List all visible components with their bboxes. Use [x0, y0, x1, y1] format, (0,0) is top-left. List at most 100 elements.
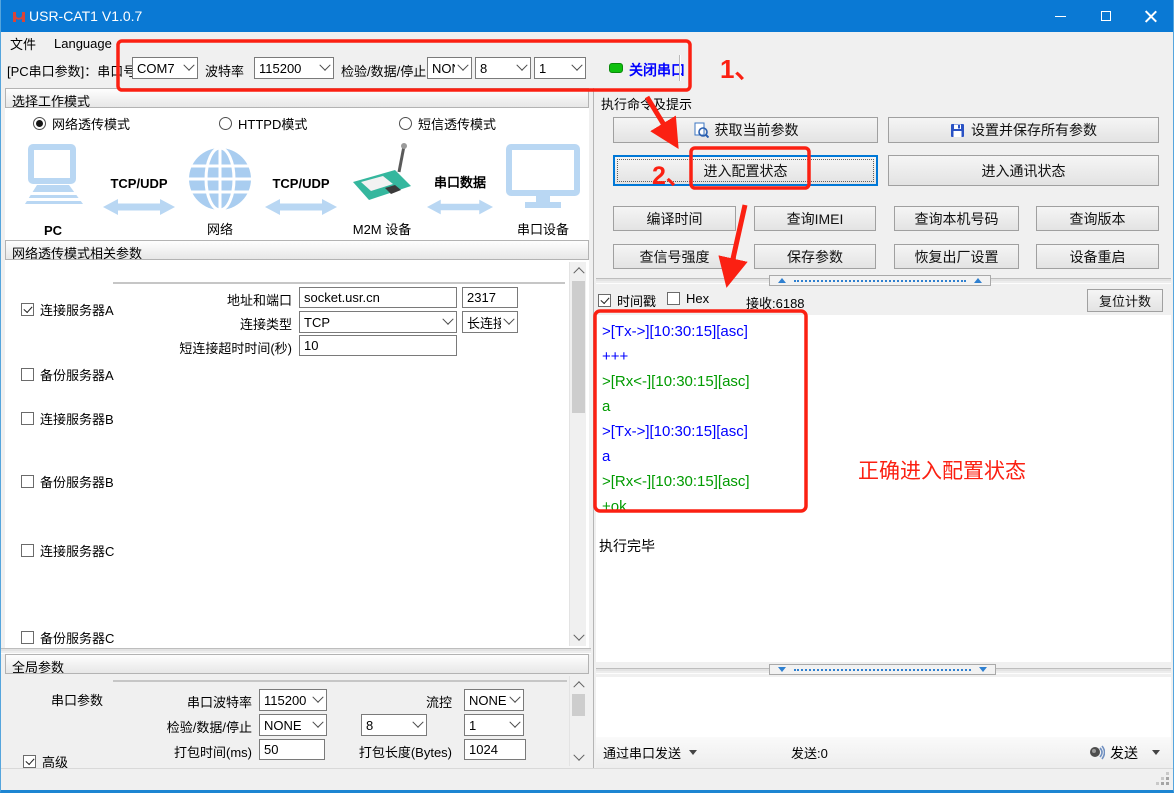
chevron-down-icon	[317, 58, 333, 78]
save-params-button[interactable]: 保存参数	[754, 244, 876, 269]
checkbox-hex[interactable]: Hex	[667, 291, 709, 306]
compile-time-button[interactable]: 编译时间	[613, 206, 736, 231]
server-port-input[interactable]: 2317	[462, 287, 518, 308]
radio-sms-mode[interactable]: 短信透传模式	[399, 114, 496, 133]
annotation-1-text: 1、	[720, 49, 760, 86]
scrollbar-thumb[interactable]	[572, 281, 585, 413]
log-line: >[Rx<-][10:30:15][asc]	[602, 369, 1171, 394]
log-line: +++	[602, 344, 1171, 369]
net-params-scrollbar[interactable]	[569, 262, 586, 646]
chevron-down-icon	[440, 312, 456, 332]
baud-select[interactable]: 115200	[254, 57, 334, 79]
minimize-button[interactable]	[1038, 0, 1083, 32]
close-button[interactable]	[1128, 0, 1173, 32]
chevron-down-icon	[181, 58, 197, 78]
splitter-handle-top[interactable]	[769, 275, 991, 286]
triangle-up-icon	[974, 278, 982, 283]
enter-comm-button[interactable]: 进入通讯状态	[888, 155, 1159, 186]
resize-grip[interactable]	[1166, 782, 1169, 785]
laptop-icon	[15, 144, 91, 218]
splitter-handle-bottom[interactable]	[769, 664, 996, 675]
query-version-button[interactable]: 查询版本	[1036, 206, 1159, 231]
done-status-text: 执行完毕	[599, 536, 655, 556]
triangle-down-icon	[778, 667, 786, 672]
checkbox-backup-c[interactable]: 备份服务器C	[21, 628, 114, 647]
diagram-label-network: 网络	[187, 219, 253, 238]
scroll-up-icon[interactable]	[570, 262, 587, 278]
checkbox-icon	[21, 475, 34, 488]
radio-net-transparent-mode[interactable]: 网络透传模式	[33, 114, 130, 133]
radio-icon	[33, 117, 46, 130]
parity-select[interactable]: NONI	[427, 57, 472, 79]
maximize-button[interactable]	[1083, 0, 1128, 32]
log-area[interactable]: >[Tx->][10:30:15][asc] +++ >[Rx<-][10:30…	[596, 315, 1171, 662]
query-signal-button[interactable]: 查信号强度	[613, 244, 736, 269]
com-port-select[interactable]: COM7	[132, 57, 198, 79]
toolbar-separator	[679, 55, 680, 81]
serial-stopbits-select[interactable]: 1	[464, 714, 524, 736]
pack-len-input[interactable]: 1024	[464, 739, 526, 760]
parity-label: 检验/数据/停止	[341, 61, 426, 80]
chevron-down-icon	[507, 715, 523, 735]
set-save-all-button[interactable]: 设置并保存所有参数	[888, 117, 1159, 143]
log-line: a	[602, 394, 1171, 419]
query-imei-button[interactable]: 查询IMEI	[754, 206, 876, 231]
panel-divider	[593, 88, 594, 768]
flow-label: 流控	[426, 692, 452, 711]
menu-language[interactable]: Language	[45, 34, 121, 53]
device-restart-button[interactable]: 设备重启	[1036, 244, 1159, 269]
baud-label: 波特率	[205, 61, 244, 80]
checkbox-icon	[21, 412, 34, 425]
checkbox-backup-a[interactable]: 备份服务器A	[21, 365, 114, 384]
serial-databits-select[interactable]: 8	[361, 714, 427, 736]
chevron-down-icon	[501, 312, 517, 332]
dropdown-arrow-icon[interactable]	[1152, 750, 1160, 755]
pack-time-label: 打包时间(ms)	[174, 742, 252, 761]
annotation-log-text: 正确进入配置状态	[858, 455, 1026, 485]
status-bar	[1, 768, 1174, 790]
checkbox-server-c[interactable]: 连接服务器C	[21, 541, 114, 560]
query-phone-number-button[interactable]: 查询本机号码	[894, 206, 1019, 231]
checkbox-server-b[interactable]: 连接服务器B	[21, 409, 114, 428]
send-via-serial-dropdown[interactable]: 通过串口发送	[603, 743, 681, 762]
checkbox-timestamp[interactable]: 时间戳	[598, 291, 656, 310]
chevron-down-icon	[310, 715, 326, 735]
serial-baud-select[interactable]: 115200	[259, 689, 327, 711]
global-params-scrollbar[interactable]	[569, 676, 586, 766]
serial-params-groupbox: 串口波特率 115200 流控 NONE 检验/数据/停止 NONE 8 1 打…	[113, 680, 567, 682]
stopbits-select[interactable]: 1	[534, 57, 586, 79]
dropdown-arrow-icon[interactable]	[689, 750, 697, 755]
databits-select[interactable]: 8	[475, 57, 531, 79]
net-params-header: 网络透传模式相关参数	[5, 240, 589, 260]
checkbox-backup-b[interactable]: 备份服务器B	[21, 472, 114, 491]
radio-httpd-mode[interactable]: HTTPD模式	[219, 114, 307, 133]
pack-time-input[interactable]: 50	[259, 739, 325, 760]
diagram-link-3: 串口数据	[427, 172, 493, 238]
chevron-down-icon	[310, 690, 326, 710]
pc-serial-params-label: [PC串口参数]：串口号	[7, 61, 136, 80]
menu-file[interactable]: 文件	[1, 32, 45, 55]
serial-parity-select[interactable]: NONE	[259, 714, 327, 736]
conn-mode-select[interactable]: 长连接	[462, 311, 518, 333]
server-address-input[interactable]: socket.usr.cn	[299, 287, 457, 308]
reset-count-button[interactable]: 复位计数	[1087, 289, 1163, 312]
factory-reset-button[interactable]: 恢复出厂设置	[894, 244, 1019, 269]
scroll-up-icon[interactable]	[570, 676, 587, 692]
app-logo-icon	[11, 9, 27, 24]
scrollbar-thumb[interactable]	[572, 694, 585, 716]
scroll-down-icon[interactable]	[570, 750, 587, 766]
close-port-button[interactable]: 关闭串口	[629, 60, 685, 80]
log-line: +ok	[602, 494, 1171, 519]
send-button[interactable]: 发送	[1110, 743, 1138, 763]
checkbox-icon	[21, 303, 34, 316]
scroll-down-icon[interactable]	[570, 630, 587, 646]
radio-icon	[399, 117, 412, 130]
conn-type-select[interactable]: TCP	[299, 311, 457, 333]
timeout-input[interactable]: 10	[299, 335, 457, 356]
send-text-area[interactable]	[596, 677, 1171, 737]
flow-select[interactable]: NONE	[464, 689, 524, 711]
checkbox-server-a[interactable]: 连接服务器A	[21, 300, 114, 319]
app-window: USR-CAT1 V1.0.7 文件 Language [PC串口参数]：串口号…	[0, 0, 1174, 793]
get-params-button[interactable]: 获取当前参数	[613, 117, 878, 143]
checkbox-icon	[23, 755, 36, 768]
